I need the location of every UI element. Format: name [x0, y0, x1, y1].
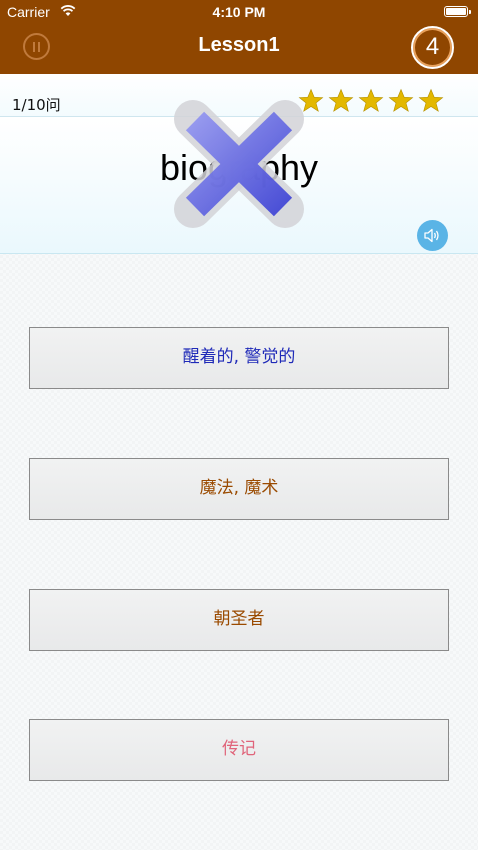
remaining-counter: 4 — [411, 26, 454, 69]
star-icon — [328, 88, 354, 112]
answer-option-2[interactable]: 魔法, 魔术 — [29, 458, 449, 520]
wrong-x-icon — [174, 100, 304, 228]
star-icon — [418, 88, 444, 112]
top-bar: Carrier 4:10 PM Lesson1 4 — [0, 0, 478, 74]
question-counter: 1/10问 — [12, 96, 61, 114]
star-rating — [298, 88, 444, 114]
page-title: Lesson1 — [198, 34, 280, 56]
status-bar: Carrier 4:10 PM — [0, 0, 478, 24]
speaker-icon — [424, 228, 439, 243]
answer-option-1[interactable]: 醒着的, 警觉的 — [29, 327, 449, 389]
status-time: 4:10 PM — [212, 4, 266, 20]
answer-option-3[interactable]: 朝圣者 — [29, 589, 449, 651]
pause-button[interactable] — [23, 33, 50, 60]
star-icon — [388, 88, 414, 112]
answer-option-4[interactable]: 传记 — [29, 719, 449, 781]
battery-icon — [444, 6, 471, 17]
speaker-button[interactable] — [417, 220, 448, 251]
pause-icon — [33, 42, 35, 52]
star-icon — [358, 88, 384, 112]
